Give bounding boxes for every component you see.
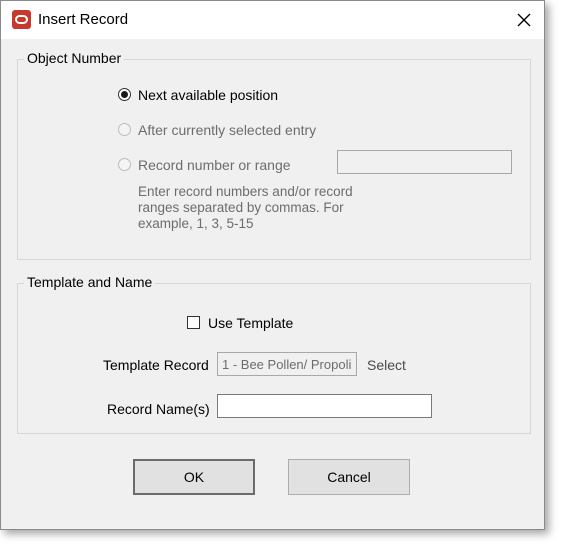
template-and-name-legend: Template and Name — [24, 274, 156, 290]
title-bar: Insert Record — [1, 1, 544, 39]
radio-after-selected-label: After currently selected entry — [138, 122, 317, 138]
oracle-app-icon — [12, 10, 31, 29]
cancel-button[interactable]: Cancel — [288, 459, 410, 495]
radio-record-range-label: Record number or range — [138, 157, 291, 173]
window-title: Insert Record — [38, 11, 129, 28]
use-template-checkbox[interactable] — [187, 316, 200, 329]
record-range-help-text: Enter record numbers and/or record range… — [138, 184, 353, 231]
object-number-legend: Object Number — [24, 50, 125, 66]
ok-button[interactable]: OK — [133, 459, 255, 495]
record-names-input[interactable] — [217, 394, 432, 418]
record-names-label: Record Name(s) — [107, 401, 210, 417]
radio-button-disabled[interactable] — [118, 123, 131, 136]
radio-button-checked[interactable] — [118, 88, 131, 101]
select-template-link[interactable]: Select — [367, 357, 406, 373]
radio-button-disabled[interactable] — [118, 158, 131, 171]
use-template-label: Use Template — [208, 315, 294, 331]
template-record-label: Template Record — [103, 357, 209, 373]
insert-record-dialog: Insert Record Object Number Next availab… — [0, 0, 545, 530]
template-record-input[interactable] — [217, 352, 357, 376]
record-range-input[interactable] — [337, 150, 512, 174]
close-icon — [517, 13, 531, 27]
close-button[interactable] — [504, 4, 544, 36]
radio-next-available-label: Next available position — [138, 87, 279, 103]
